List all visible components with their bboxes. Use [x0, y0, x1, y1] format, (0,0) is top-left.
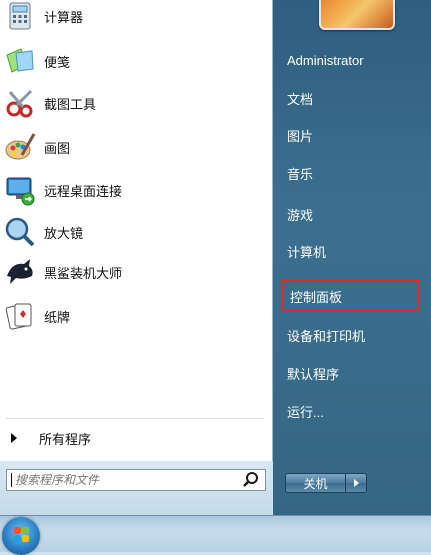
program-label: 远程桌面连接 [44, 183, 123, 199]
search-icon[interactable] [241, 470, 261, 490]
menu-item-label: Administrator [287, 52, 364, 68]
program-snipping-tool[interactable]: 截图工具 [4, 83, 266, 123]
program-remote-desktop[interactable]: 远程桌面连接 [4, 170, 266, 210]
program-label: 画图 [44, 140, 71, 156]
all-programs-button[interactable]: 所有程序 [0, 425, 272, 451]
magnifier-icon [4, 216, 36, 248]
arrow-right-icon [11, 433, 17, 443]
remote-desktop-icon [4, 174, 36, 206]
program-magnifier[interactable]: 放大镜 [4, 212, 266, 252]
program-paint[interactable]: 画图 [4, 127, 266, 167]
calculator-icon [4, 0, 36, 32]
program-label: 放大镜 [44, 225, 84, 241]
search-input[interactable] [12, 472, 241, 488]
menu-item-label: 默认程序 [287, 366, 340, 382]
menu-item-computer[interactable]: 计算机 [281, 238, 423, 264]
search-area [0, 461, 272, 515]
places-pane: Administrator 文档 图片 音乐 游戏 计算机 控制面板 设备和打印… [273, 0, 431, 515]
program-label: 纸牌 [44, 309, 71, 325]
blackshark-icon [4, 256, 36, 288]
menu-item-control-panel[interactable]: 控制面板 [282, 280, 420, 312]
menu-item-pictures[interactable]: 图片 [281, 122, 423, 148]
snipping-tool-icon [4, 87, 36, 119]
start-menu: 计算器 便笺 截图工具 画图 远程桌面连接 放大镜 黑鲨装机大师 纸牌 所有程序… [0, 0, 431, 515]
menu-item-label: 音乐 [287, 166, 314, 182]
search-box[interactable] [6, 469, 266, 491]
menu-item-label: 设备和打印机 [287, 328, 366, 344]
menu-item-label: 文档 [287, 91, 314, 107]
program-label: 截图工具 [44, 96, 97, 112]
program-calculator[interactable]: 计算器 [4, 0, 266, 36]
menu-item-label: 运行... [287, 404, 324, 420]
menu-item-music[interactable]: 音乐 [281, 160, 423, 186]
user-avatar[interactable] [319, 0, 395, 30]
start-button[interactable] [2, 517, 40, 555]
chevron-right-icon [353, 479, 359, 487]
programs-pane: 计算器 便笺 截图工具 画图 远程桌面连接 放大镜 黑鲨装机大师 纸牌 所有程序 [0, 0, 273, 461]
menu-item-label: 控制面板 [290, 289, 343, 305]
shutdown-options-button[interactable] [345, 474, 366, 492]
menu-item-devices-printers[interactable]: 设备和打印机 [281, 322, 423, 348]
menu-item-user[interactable]: Administrator [281, 47, 423, 73]
taskbar [0, 515, 431, 555]
shutdown-label: 关机 [303, 476, 328, 491]
windows-logo-icon [14, 527, 21, 534]
all-programs-label: 所有程序 [39, 431, 92, 447]
program-blackshark[interactable]: 黑鲨装机大师 [4, 252, 266, 292]
program-label: 计算器 [44, 9, 84, 25]
menu-item-run[interactable]: 运行... [281, 398, 423, 424]
solitaire-icon [4, 300, 36, 332]
program-solitaire[interactable]: 纸牌 [4, 296, 266, 336]
menu-item-label: 游戏 [287, 207, 314, 223]
shutdown-button[interactable]: 关机 [285, 473, 367, 493]
program-label: 便笺 [44, 54, 71, 70]
menu-item-label: 图片 [287, 128, 314, 144]
menu-item-documents[interactable]: 文档 [281, 85, 423, 111]
menu-item-games[interactable]: 游戏 [281, 201, 423, 227]
menu-item-default-programs[interactable]: 默认程序 [281, 360, 423, 386]
paint-icon [4, 131, 36, 163]
separator [6, 418, 264, 419]
program-label: 黑鲨装机大师 [44, 265, 123, 281]
program-sticky-notes[interactable]: 便笺 [4, 41, 266, 81]
menu-item-label: 计算机 [287, 244, 327, 260]
sticky-notes-icon [4, 45, 36, 77]
